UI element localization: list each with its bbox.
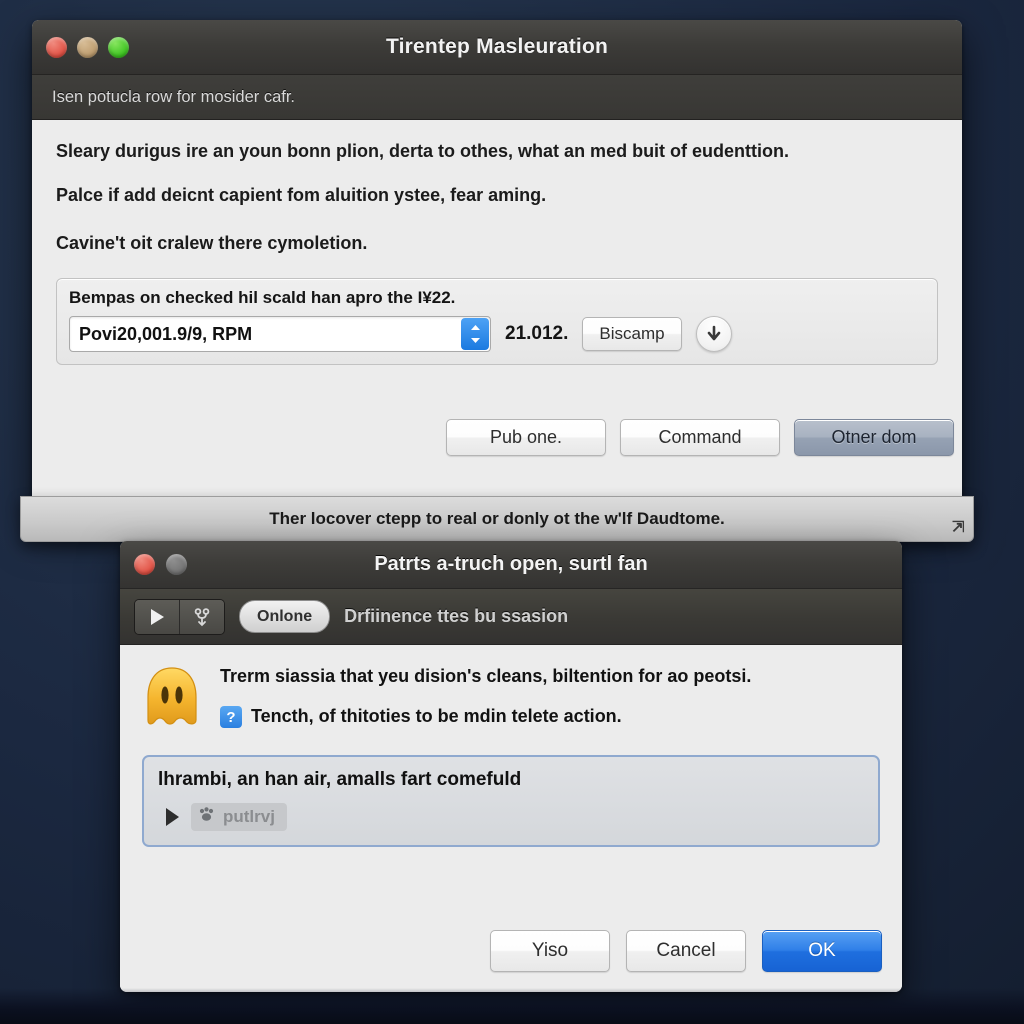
window2-titlebar[interactable]: Patrts a-truch open, surtl fan	[120, 541, 902, 589]
help-text: Tencth, of thitoties to be mdin telete a…	[251, 706, 622, 726]
value-popup-button[interactable]: Povi20,001.9/9, RPM	[69, 316, 491, 352]
ok-button[interactable]: OK	[762, 930, 882, 972]
window1-titlebar[interactable]: Tirentep Masleuration	[32, 20, 962, 75]
minimize-button[interactable]	[77, 36, 98, 58]
desktop-bottom-shade	[0, 988, 1024, 1024]
cancel-button[interactable]: Cancel	[626, 930, 746, 972]
toolbar-segmented-control[interactable]	[134, 598, 225, 635]
close-button[interactable]	[46, 36, 67, 58]
window1-title: Tirentep Masleuration	[385, 35, 609, 58]
up-down-chevrons-icon[interactable]	[461, 318, 489, 350]
help-line: ? Tencth, of thitoties to be mdin telete…	[220, 703, 880, 729]
zoom-button[interactable]	[108, 36, 129, 58]
window-measurement[interactable]: Tirentep Masleuration Isen potucla row f…	[20, 20, 974, 542]
minimize-button-2	[166, 554, 187, 575]
command-button[interactable]: Command	[620, 419, 780, 456]
window1-subbar: Isen potucla row for mosider cafr.	[32, 75, 962, 120]
window1-button-row: Pub one. Command Otner dom	[446, 419, 954, 456]
yiso-button[interactable]: Yiso	[490, 930, 610, 972]
window1-statusbar: Ther locover ctepp to real or donly ot t…	[20, 496, 974, 542]
close-button-2[interactable]	[134, 554, 155, 575]
warning-ghost-icon	[142, 665, 202, 733]
inline-value: 21.012.	[505, 323, 569, 344]
online-status-pill[interactable]: Onlone	[239, 600, 331, 633]
field-group: Bempas on checked hil scald han apro the…	[56, 278, 938, 365]
toolbar-label: Drfiinence ttes bu ssasion	[344, 606, 569, 626]
online-status-label: Onlone	[257, 607, 313, 625]
pub-one-button[interactable]: Pub one.	[446, 419, 606, 456]
field-group-label: Bempas on checked hil scald han apro the…	[69, 288, 456, 307]
resize-grip-icon[interactable]: ⇱	[952, 518, 965, 536]
window2-toolbar: Onlone Drfiinence ttes bu ssasion	[120, 589, 902, 645]
help-badge-icon[interactable]: ?	[220, 706, 242, 728]
disclosure-box: lhrambi, an han air, amalls fart comeful…	[142, 755, 880, 847]
window2-body: Trerm siassia that yeu dision's cleans, …	[120, 645, 902, 992]
biscamp-button[interactable]: Biscamp	[582, 317, 682, 351]
window1-traffic-lights	[46, 36, 129, 58]
window2-title: Patrts a-truch open, surtl fan	[374, 553, 648, 575]
window2-traffic-lights	[134, 554, 187, 575]
disclosure-title: lhrambi, an han air, amalls fart comeful…	[158, 769, 522, 790]
warning-text: Trerm siassia that yeu dision's cleans, …	[220, 666, 752, 686]
branch-icon[interactable]	[179, 599, 224, 634]
play-icon[interactable]	[135, 599, 179, 634]
paragraph-3: Cavine't oit cralew there cymoletion.	[56, 233, 368, 253]
otner-dom-button[interactable]: Otner dom	[794, 419, 954, 456]
window2-button-row: Yiso Cancel OK	[490, 930, 882, 972]
paw-icon	[198, 806, 215, 828]
item-chip-label: putlrvj	[223, 807, 275, 826]
warning-row: Trerm siassia that yeu dision's cleans, …	[142, 663, 880, 733]
paragraph-1: Sleary durigus ire an youn bonn plion, d…	[56, 141, 790, 161]
window1-subbar-text: Isen potucla row for mosider cafr.	[52, 87, 296, 106]
window-dialog[interactable]: Patrts a-truch open, surtl fan Onlone Dr…	[120, 541, 902, 992]
value-popup-text: Povi20,001.9/9, RPM	[79, 323, 253, 344]
down-arrow-icon[interactable]	[695, 316, 732, 352]
paragraph-2: Palce if add deicnt capient fom aluition…	[56, 185, 547, 205]
disclosure-row[interactable]: putlrvj	[158, 803, 864, 831]
disclosure-triangle-icon[interactable]	[166, 808, 179, 826]
item-chip[interactable]: putlrvj	[191, 803, 287, 831]
field-row: Povi20,001.9/9, RPM 21.012. Biscamp	[69, 316, 925, 352]
window1-status-text: Ther locover ctepp to real or donly ot t…	[269, 509, 725, 528]
window1-body: Sleary durigus ire an youn bonn plion, d…	[32, 120, 962, 470]
